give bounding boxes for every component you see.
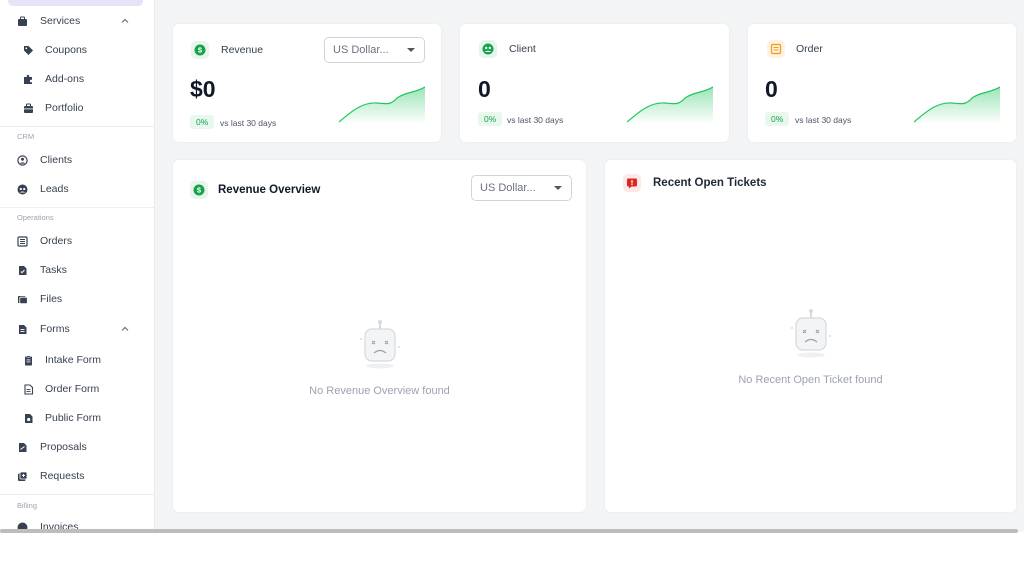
recent-tickets-panel: Recent Open Tickets No Recent Open Ticke… (605, 160, 1016, 512)
sidebar-item-label: Coupons (45, 44, 88, 56)
revenue-overview-panel: $ Revenue Overview US Dollar... No Reven… (173, 160, 586, 512)
currency-select-value: US Dollar... (480, 182, 536, 194)
document-icon (23, 383, 34, 395)
active-item-highlight (8, 0, 143, 6)
folder-icon (17, 294, 28, 305)
chevron-up-icon[interactable] (120, 16, 130, 26)
order-box-icon (767, 40, 785, 58)
order-sparkline (914, 86, 1000, 124)
sidebar-item-label: Services (40, 15, 81, 27)
sidebar-item-requests[interactable]: Requests (0, 464, 154, 488)
change-badge: 0% (765, 112, 790, 126)
user-icon (17, 154, 28, 166)
sidebar-item-proposals[interactable]: Proposals (0, 435, 154, 459)
sidebar-item-files[interactable]: Files (0, 287, 154, 311)
currency-select-value: US Dollar... (333, 44, 389, 56)
leads-icon (17, 184, 28, 195)
sidebar-divider (0, 126, 154, 127)
dollar-icon: $ (190, 181, 208, 199)
section-label-billing: Billing (17, 501, 38, 510)
empty-state-text: No Revenue Overview found (309, 385, 450, 397)
proposal-icon (17, 442, 28, 453)
empty-state-robot-icon (360, 320, 400, 369)
stat-value: 0 (765, 76, 778, 102)
sidebar-item-services[interactable]: Services (0, 9, 154, 33)
stat-title: Revenue (221, 44, 264, 56)
sidebar-item-clients[interactable]: Clients (0, 148, 154, 172)
caret-down-icon (554, 186, 562, 190)
sidebar-item-label: Orders (40, 235, 73, 247)
portfolio-icon (23, 103, 34, 114)
currency-select[interactable]: US Dollar... (471, 175, 572, 201)
sidebar-item-label: Order Form (45, 383, 100, 395)
sidebar-item-label: Leads (40, 183, 69, 195)
orders-icon (17, 235, 28, 247)
sidebar-item-label: Forms (40, 323, 70, 335)
sidebar-item-intake-form[interactable]: Intake Form (0, 348, 154, 372)
sidebar-item-label: Clients (40, 154, 73, 166)
sidebar-item-label: Tasks (40, 264, 67, 276)
stat-value: 0 (478, 76, 491, 102)
compare-text: vs last 30 days (795, 115, 852, 125)
sidebar-item-label: Portfolio (45, 102, 84, 114)
clipboard-icon (23, 355, 34, 366)
sidebar-divider (0, 207, 154, 208)
sidebar-item-label: Add-ons (45, 73, 85, 85)
panel-title: Revenue Overview (218, 184, 321, 196)
revenue-sparkline (339, 86, 425, 124)
caret-down-icon (407, 48, 415, 52)
change-badge: 0% (190, 115, 215, 129)
order-stat-card: Order 0 0% vs last 30 days (748, 24, 1016, 142)
alert-icon (623, 174, 641, 192)
sidebar-item-addons[interactable]: Add-ons (0, 67, 154, 91)
sidebar-item-order-form[interactable]: Order Form (0, 377, 154, 401)
sidebar-item-label: Files (40, 293, 63, 305)
client-stat-card: Client 0 0% vs last 30 days (460, 24, 729, 142)
tag-icon (23, 45, 34, 56)
sidebar-divider (0, 494, 154, 495)
compare-text: vs last 30 days (220, 118, 277, 128)
document-icon (23, 413, 34, 424)
form-icon (17, 324, 28, 335)
task-icon (17, 265, 28, 276)
sidebar: Services Coupons Add-ons Portfolio CRM C… (0, 0, 155, 532)
sidebar-item-public-form[interactable]: Public Form (0, 406, 154, 430)
sidebar-item-label: Requests (40, 470, 85, 482)
dollar-icon: $ (191, 41, 209, 59)
sidebar-item-leads[interactable]: Leads (0, 177, 154, 201)
sidebar-item-label: Intake Form (45, 354, 102, 366)
client-sparkline (627, 86, 713, 124)
section-label-operations: Operations (17, 213, 54, 222)
stat-title: Client (509, 43, 536, 55)
panel-title: Recent Open Tickets (653, 177, 767, 189)
sidebar-item-coupons[interactable]: Coupons (0, 38, 154, 62)
stat-value: $0 (190, 76, 216, 102)
compare-text: vs last 30 days (507, 115, 564, 125)
window-bottom-border (0, 529, 1018, 533)
puzzle-icon (23, 74, 34, 85)
currency-select[interactable]: US Dollar... (324, 37, 425, 63)
change-badge: 0% (478, 112, 503, 126)
revenue-stat-card: $ Revenue US Dollar... $0 0% vs last 30 … (173, 24, 441, 142)
empty-state-robot-icon (791, 309, 831, 358)
sidebar-item-forms[interactable]: Forms (0, 317, 154, 341)
request-icon (17, 471, 28, 482)
sidebar-item-tasks[interactable]: Tasks (0, 258, 154, 282)
app-frame: Services Coupons Add-ons Portfolio CRM C… (0, 0, 1024, 532)
sidebar-item-portfolio[interactable]: Portfolio (0, 96, 154, 120)
sidebar-item-label: Public Form (45, 412, 102, 424)
sidebar-item-orders[interactable]: Orders (0, 229, 154, 253)
briefcase-icon (17, 16, 28, 27)
sidebar-item-label: Proposals (40, 441, 87, 453)
empty-state-text: No Recent Open Ticket found (738, 374, 883, 386)
stat-title: Order (796, 43, 823, 55)
chevron-up-icon[interactable] (120, 324, 130, 334)
section-label-crm: CRM (17, 132, 35, 141)
client-group-icon (479, 40, 497, 58)
